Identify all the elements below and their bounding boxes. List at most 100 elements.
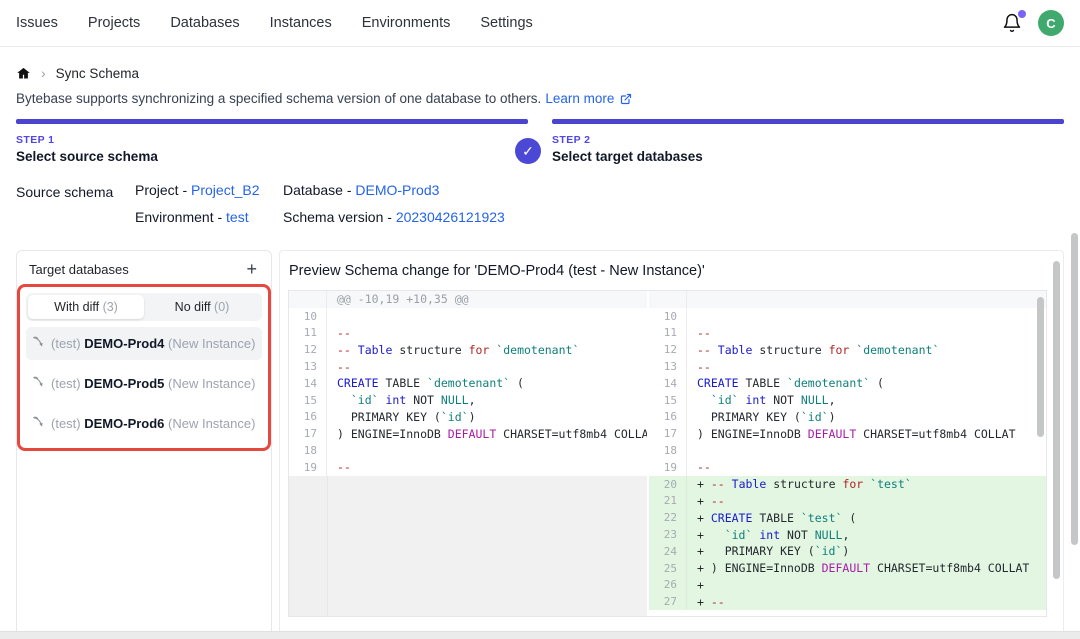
code-text: -- (327, 326, 351, 340)
code-text: + (687, 578, 704, 592)
line-number: 19 (649, 459, 687, 476)
code-text: `id` int NOT NULL, (327, 393, 476, 407)
source-schema-summary: Source schema Project - Project_B2 Datab… (16, 182, 1064, 236)
environment-link[interactable]: test (226, 209, 249, 225)
source-project-field: Project - Project_B2 (135, 182, 283, 209)
line-number: 10 (289, 308, 327, 325)
tab-no-diff[interactable]: No diff (0) (144, 295, 260, 319)
diff-hunk-header-right (649, 291, 1046, 308)
diff-line-added: 20+ -- Table structure for `test` (649, 476, 1046, 493)
schema-version-link[interactable]: 20230426121923 (396, 209, 505, 225)
db-item-demo-prod6[interactable]: (test) DEMO-Prod6 (New Instance) (26, 407, 262, 440)
line-number: 10 (649, 308, 687, 325)
db-env: (test) (51, 416, 84, 431)
chevron-right-icon: › (41, 65, 46, 81)
external-link-icon[interactable] (620, 93, 632, 105)
code-text: `id` int NOT NULL, (687, 393, 836, 407)
step-2-progress-bar (552, 119, 1064, 124)
code-text: + PRIMARY KEY (`id`) (687, 544, 849, 558)
schema-version-label: Schema version - (283, 209, 396, 225)
code-text: -- (687, 460, 711, 474)
home-icon[interactable] (16, 66, 31, 81)
diff-line: 11-- (289, 325, 647, 342)
nav-item-environments[interactable]: Environments (362, 15, 451, 31)
diff-tabs: With diff (3) No diff (0) (26, 293, 262, 321)
nav-item-instances[interactable]: Instances (270, 15, 332, 31)
add-target-database-button[interactable]: + (242, 260, 261, 278)
diff-pane-source[interactable]: @@ -10,19 +10,35 @@ 1011--12-- Table str… (289, 291, 649, 616)
diff-line: 19-- (649, 459, 1046, 476)
diff-line: 12-- Table structure for `demotenant` (649, 341, 1046, 358)
diff-line: 14CREATE TABLE `demotenant` ( (289, 375, 647, 392)
tab-with-diff-label: With diff (54, 300, 102, 314)
step-2-title: Select target databases (552, 149, 1064, 164)
step-1-label: STEP 1 (16, 134, 528, 146)
code-text: + `id` int NOT NULL, (687, 528, 849, 542)
source-schema-label: Source schema (16, 182, 135, 236)
code-text: CREATE TABLE `demotenant` ( (687, 376, 884, 390)
diff-line: 17) ENGINE=InnoDB DEFAULT CHARSET=utf8mb… (289, 425, 647, 442)
diff-line: 15 `id` int NOT NULL, (649, 392, 1046, 409)
breadcrumb-page-title: Sync Schema (56, 66, 139, 81)
step-1-check-icon: ✓ (515, 138, 541, 164)
line-number: 15 (289, 392, 327, 409)
avatar[interactable]: C (1038, 10, 1064, 36)
line-number: 14 (649, 375, 687, 392)
diff-pane-scrollbar[interactable] (1037, 297, 1044, 437)
nav-item-settings[interactable]: Settings (480, 15, 532, 31)
database-link[interactable]: DEMO-Prod3 (355, 182, 439, 198)
db-name: DEMO-Prod4 (84, 336, 164, 351)
line-number: 15 (649, 392, 687, 409)
gutter (289, 291, 327, 308)
nav-item-databases[interactable]: Databases (170, 15, 239, 31)
code-text: + -- (687, 494, 725, 508)
code-text: -- (687, 360, 711, 374)
diff-hunk-header: @@ -10,19 +10,35 @@ (289, 291, 647, 308)
target-databases-highlight-box: With diff (3) No diff (0) (test) DEMO-Pr… (17, 284, 271, 451)
line-number: 11 (649, 325, 687, 342)
db-name: DEMO-Prod5 (84, 376, 164, 391)
code-text: PRIMARY KEY (`id`) (327, 410, 476, 424)
tab-no-diff-count: (0) (214, 300, 229, 314)
line-number: 27 (649, 593, 687, 610)
db-item-demo-prod5[interactable]: (test) DEMO-Prod5 (New Instance) (26, 367, 262, 400)
diff-line: 14CREATE TABLE `demotenant` ( (649, 375, 1046, 392)
intro-text: Bytebase supports synchronizing a specif… (16, 91, 1064, 106)
code-text: -- Table structure for `demotenant` (327, 343, 579, 357)
line-number: 17 (289, 425, 327, 442)
tab-no-diff-label: No diff (175, 300, 214, 314)
source-environment-field: Environment - test (135, 209, 283, 236)
nav-item-projects[interactable]: Projects (88, 15, 140, 31)
line-number: 24 (649, 543, 687, 560)
nav-item-issues[interactable]: Issues (16, 15, 58, 31)
notifications-bell-icon[interactable] (1002, 13, 1022, 33)
line-number: 18 (649, 442, 687, 459)
db-suffix: (New Instance) (164, 336, 255, 351)
diff-pane-target[interactable]: 1011 -- 12-- Table structure for `demotena… (649, 291, 1046, 616)
db-name: DEMO-Prod6 (84, 416, 164, 431)
diff-line: 10 (289, 308, 647, 325)
step-2: STEP 2 Select target databases (552, 119, 1064, 164)
target-database-list: (test) DEMO-Prod4 (New Instance) (test) … (26, 327, 262, 442)
breadcrumb: › Sync Schema (16, 65, 1064, 81)
project-link[interactable]: Project_B2 (191, 182, 259, 198)
environment-label: Environment - (135, 209, 226, 225)
line-number: 13 (289, 358, 327, 375)
line-number: 19 (289, 459, 327, 476)
code-text: + CREATE TABLE `test` ( (687, 511, 856, 525)
code-text: + ) ENGINE=InnoDB DEFAULT CHARSET=utf8mb… (687, 561, 1029, 575)
diff-line-added: 23+ `id` int NOT NULL, (649, 526, 1046, 543)
gutter (649, 291, 687, 308)
notification-dot (1018, 10, 1026, 18)
learn-more-link[interactable]: Learn more (545, 91, 614, 106)
tab-with-diff[interactable]: With diff (3) (28, 295, 144, 319)
line-number: 12 (649, 341, 687, 358)
preview-panel-scrollbar[interactable] (1053, 261, 1060, 579)
code-text: ) ENGINE=InnoDB DEFAULT CHARSET=utf8mb4 … (687, 427, 1016, 441)
page-scrollbar[interactable] (1071, 233, 1078, 545)
project-label: Project - (135, 182, 191, 198)
diff-empty-filler (289, 476, 647, 616)
db-item-demo-prod4[interactable]: (test) DEMO-Prod4 (New Instance) (26, 327, 262, 360)
diff-line: 16 PRIMARY KEY (`id`) (649, 409, 1046, 426)
mysql-icon (32, 415, 46, 432)
